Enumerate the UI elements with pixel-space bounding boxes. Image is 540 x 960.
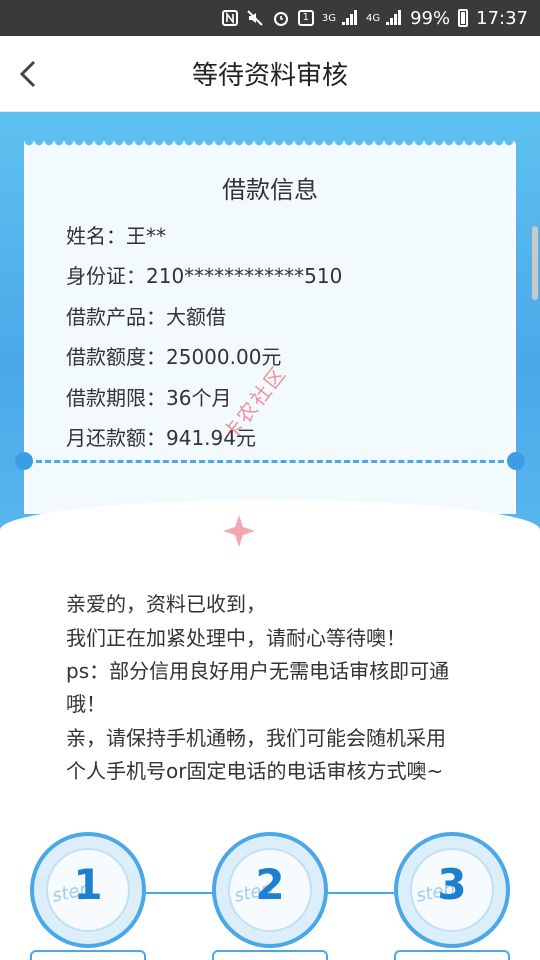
step-connector: [326, 892, 394, 894]
signal-icon: [384, 9, 402, 27]
alarm-icon: [272, 9, 290, 27]
ticket-notch-left: [15, 452, 33, 470]
nav-bar: 等待资料审核: [0, 36, 540, 112]
message-line: 哦！: [66, 692, 106, 716]
step-2: step 2: [212, 832, 328, 948]
message-line: ps：部分信用良好用户无需电话审核即可通: [66, 659, 450, 683]
band-curve: [0, 500, 540, 580]
message-line: 亲，请保持手机通畅，我们可能会随机采用: [66, 726, 446, 750]
sim-icon: 1: [297, 10, 314, 26]
info-row-name: 姓名：王**: [66, 224, 166, 248]
step-label-tab: [212, 950, 328, 960]
watermark-logo-icon: [223, 515, 255, 547]
status-bar: 1 3G 4G 99% 17:37: [0, 0, 540, 36]
ticket-notch-right: [507, 452, 525, 470]
chevron-left-icon: [19, 60, 36, 88]
page-title: 等待资料审核: [191, 61, 348, 91]
message-line: 个人手机号or固定电话的电话审核方式噢~: [66, 759, 444, 783]
nfc-icon: [221, 10, 238, 26]
scrollbar[interactable]: [532, 226, 538, 300]
step-connector: [146, 892, 214, 894]
clock: 17:37: [476, 7, 528, 29]
step-label-tab: [30, 950, 146, 960]
step-number: 1: [73, 860, 103, 909]
card-title: 借款信息: [222, 176, 318, 204]
info-row-term: 借款期限：36个月: [66, 386, 232, 410]
step-number: 3: [437, 860, 467, 909]
ticket-divider: [36, 460, 504, 463]
back-button[interactable]: [10, 54, 50, 94]
battery-percent: 99%: [410, 7, 451, 29]
info-row-amount: 借款额度：25000.00元: [66, 345, 282, 369]
message-line: 我们正在加紧处理中，请耐心等待噢！: [66, 626, 406, 650]
signal-icon: [340, 9, 358, 27]
info-row-product: 借款产品：大额借: [66, 305, 226, 329]
step-label-tab: [394, 950, 510, 960]
step-3: step 3: [394, 832, 510, 948]
step-1: step 1: [30, 832, 146, 948]
step-number: 2: [255, 860, 285, 909]
network-3g-label: 3G: [321, 12, 336, 24]
network-4g-label: 4G: [365, 12, 381, 24]
info-row-id: 身份证：210************510: [66, 264, 343, 288]
message-line: 亲爱的，资料已收到，: [66, 592, 266, 616]
battery-icon: [458, 9, 469, 27]
mute-icon: [246, 9, 264, 27]
